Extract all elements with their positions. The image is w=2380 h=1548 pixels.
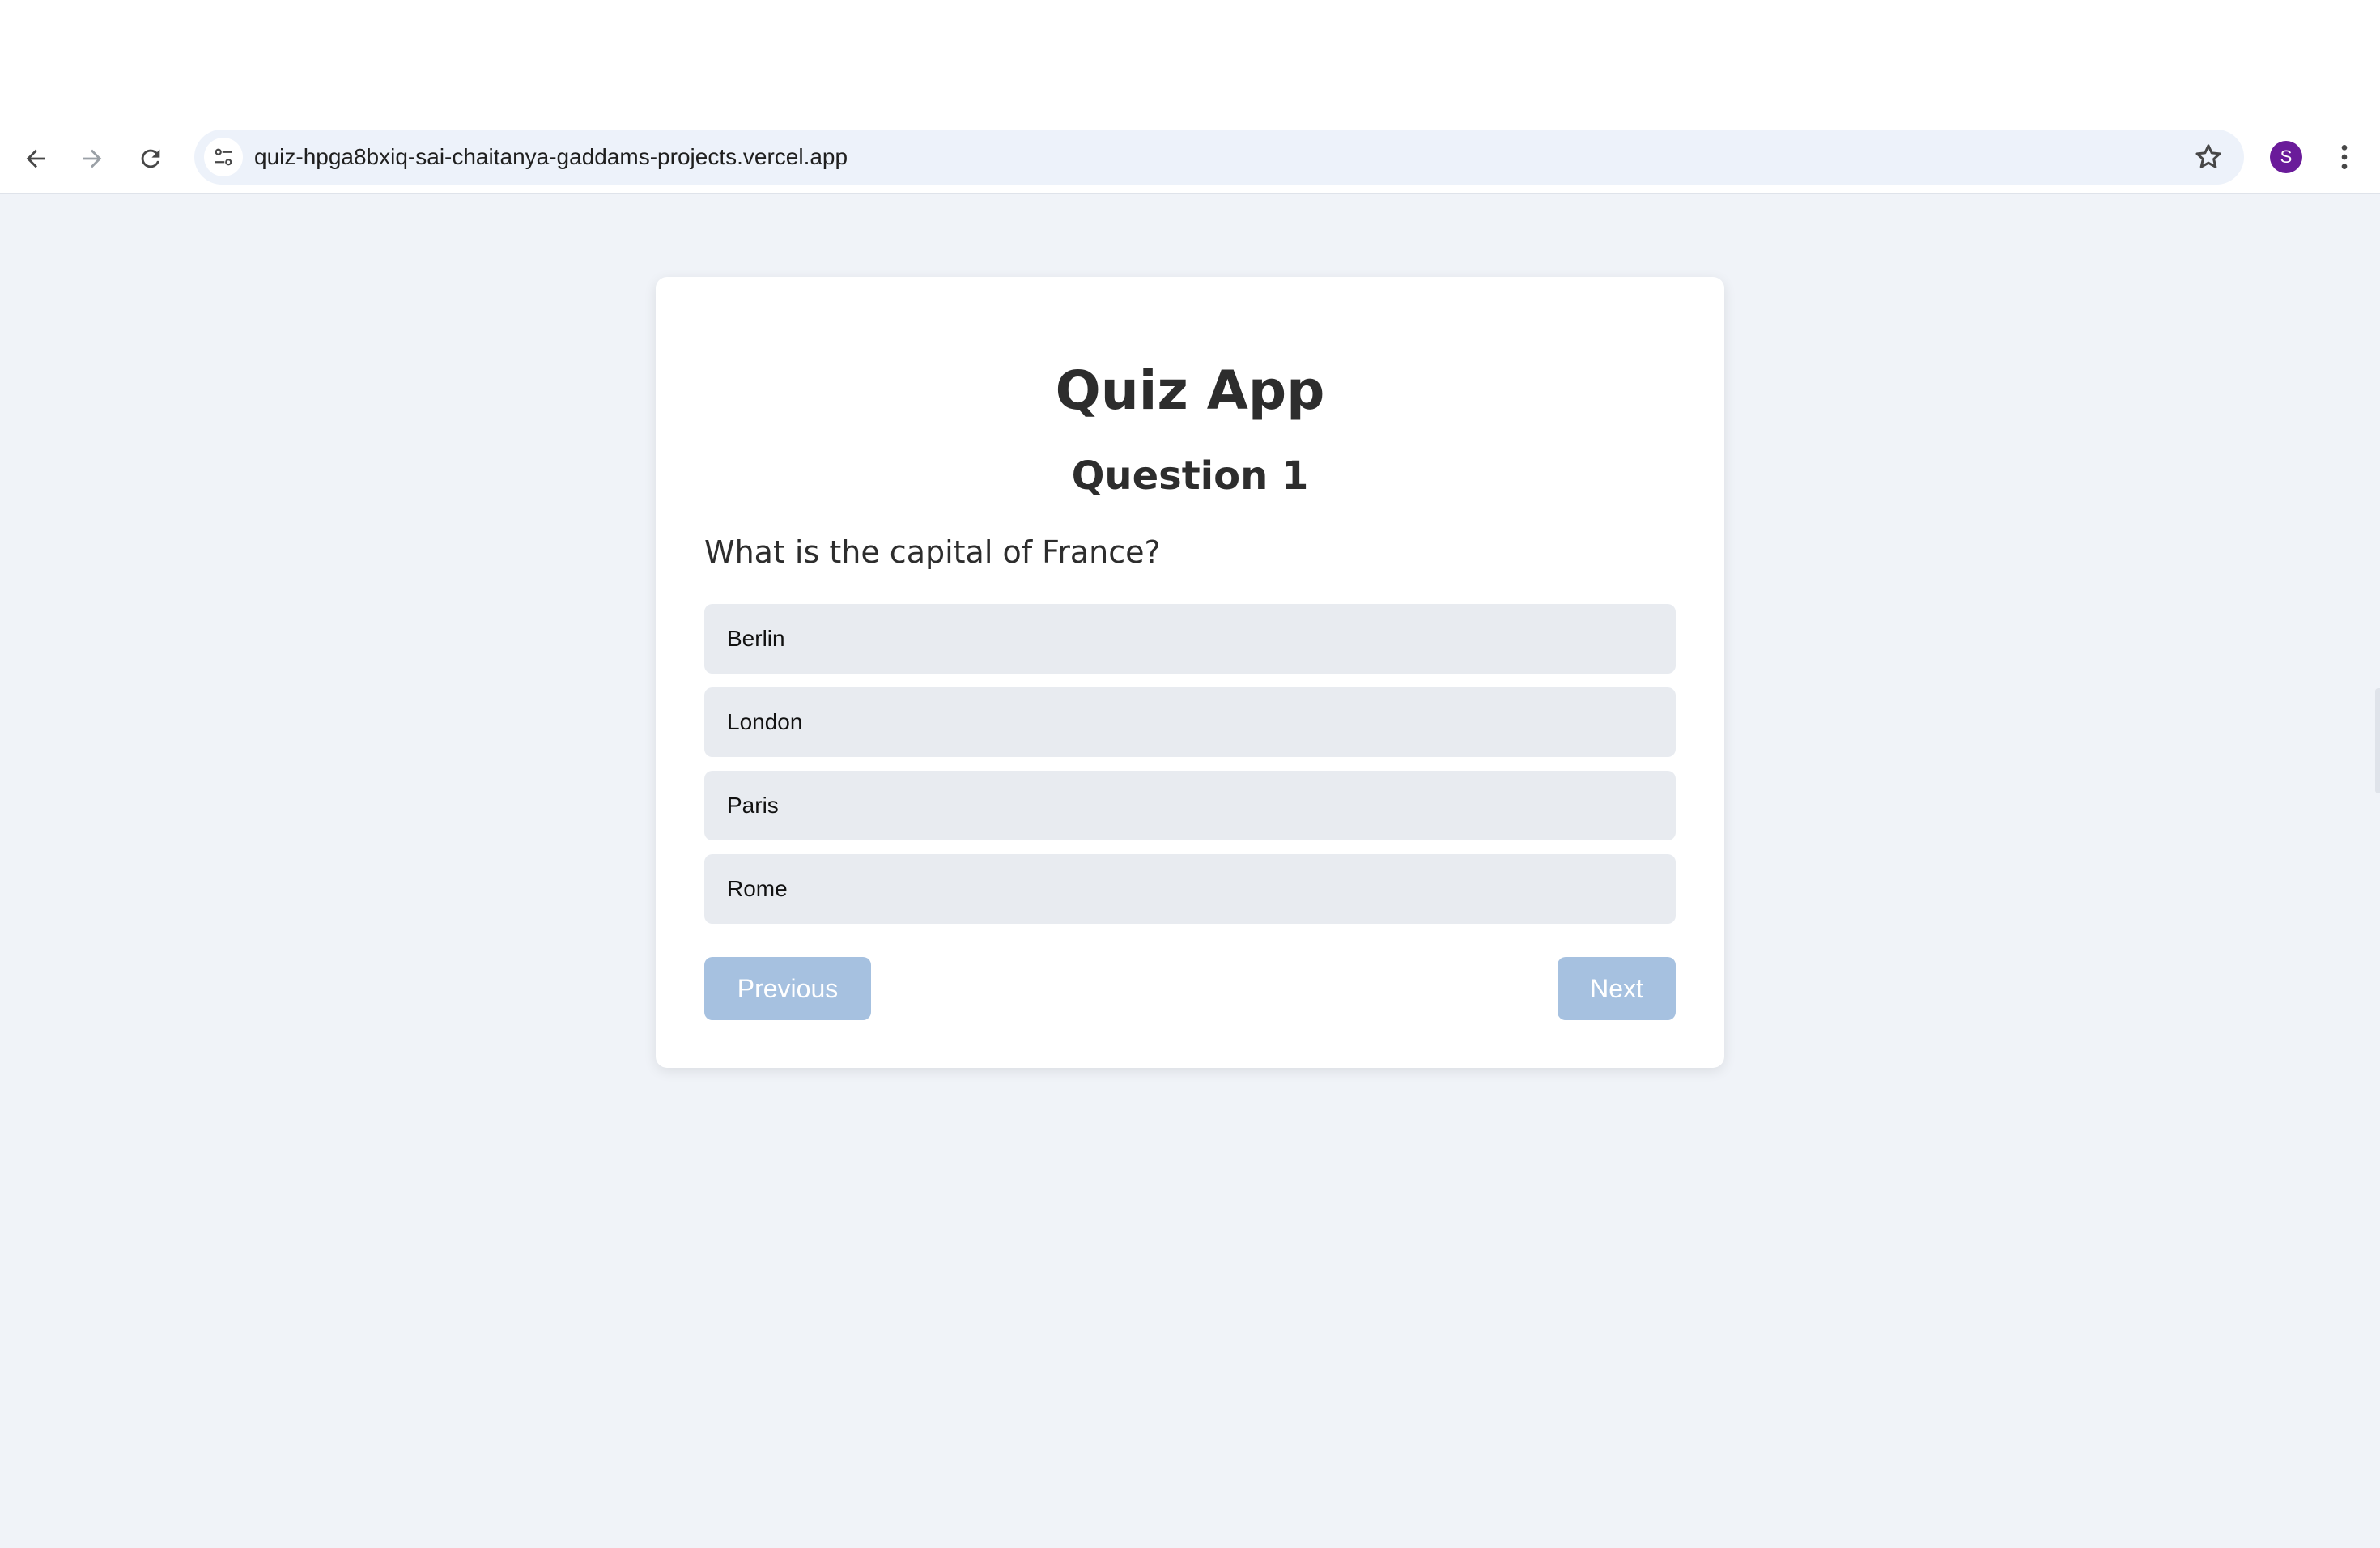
url-text[interactable]: quiz-hpga8bxiq-sai-chaitanya-gaddams-pro… (254, 130, 848, 185)
address-bar[interactable]: quiz-hpga8bxiq-sai-chaitanya-gaddams-pro… (194, 130, 2244, 185)
reload-button[interactable] (128, 136, 173, 181)
reload-icon (141, 149, 160, 168)
option-rome[interactable]: Rome (704, 854, 1676, 924)
previous-button[interactable]: Previous (704, 957, 871, 1020)
question-text: What is the capital of France? (704, 534, 1161, 570)
bookmark-star-icon[interactable] (2192, 141, 2225, 173)
forward-icon (83, 149, 102, 168)
back-icon (26, 149, 45, 168)
forward-button[interactable] (70, 136, 115, 181)
more-menu-icon[interactable] (2328, 141, 2361, 173)
browser-toolbar: quiz-hpga8bxiq-sai-chaitanya-gaddams-pro… (0, 121, 2380, 194)
app-title: Quiz App (1055, 359, 1325, 422)
option-london[interactable]: London (704, 687, 1676, 757)
quiz-card: Quiz App Question 1 What is the capital … (656, 277, 1724, 1068)
window-top-area (0, 0, 2380, 121)
next-button[interactable]: Next (1558, 957, 1676, 1020)
profile-avatar[interactable]: S (2270, 141, 2302, 173)
side-panel-handle[interactable] (2375, 688, 2380, 793)
back-button[interactable] (13, 136, 58, 181)
site-info-button[interactable] (204, 138, 243, 176)
site-info-icon (215, 148, 232, 166)
question-heading: Question 1 (1071, 453, 1309, 499)
option-berlin[interactable]: Berlin (704, 604, 1676, 674)
option-paris[interactable]: Paris (704, 771, 1676, 840)
